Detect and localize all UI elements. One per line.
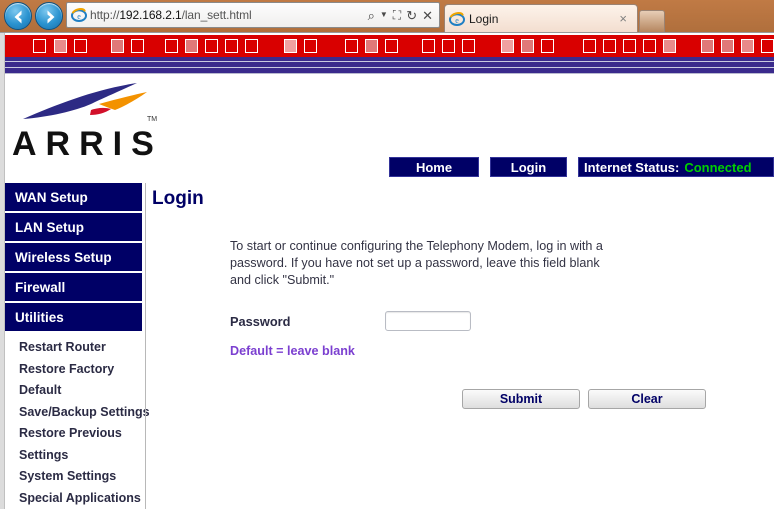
banner-square: [205, 39, 218, 53]
banner-square: [701, 39, 714, 53]
sidebar-subitem-default[interactable]: Default: [5, 380, 145, 402]
address-bar[interactable]: e http://192.168.2.1/lan_sett.html ⌕ ▼ ⛶…: [66, 2, 440, 28]
stop-icon[interactable]: ✕: [422, 9, 433, 22]
banner-square: [422, 39, 435, 53]
svg-text:e: e: [455, 16, 459, 25]
sidebar-subitem-restore-factory[interactable]: Restore Factory: [5, 359, 145, 381]
banner-square: [385, 39, 398, 53]
sidebar-item-wireless-setup[interactable]: Wireless Setup: [5, 243, 142, 271]
browser-tab-title: Login: [469, 11, 499, 26]
new-tab-button[interactable]: [639, 10, 665, 32]
banner-square: [185, 39, 198, 53]
tab-strip: e Login ×: [444, 1, 665, 32]
svg-text:TM: TM: [147, 116, 157, 123]
banner-square: [54, 39, 67, 53]
decorative-banner: [5, 35, 774, 57]
banner-square: [225, 39, 238, 53]
search-icon[interactable]: ⌕: [368, 9, 375, 22]
banner-square: [365, 39, 378, 53]
arris-swoosh-icon: TM: [23, 83, 157, 123]
banner-square: [442, 39, 455, 53]
sidebar-subitem-settings[interactable]: Settings: [5, 445, 145, 467]
banner-square: [131, 39, 144, 53]
sidebar-item-label: WAN Setup: [15, 189, 88, 205]
sidebar-item-lan-setup[interactable]: LAN Setup: [5, 213, 142, 241]
intro-text: To start or continue configuring the Tel…: [230, 239, 603, 287]
compatibility-view-icon[interactable]: ⛶: [393, 9, 401, 21]
sidebar: WAN Setup LAN Setup Wireless Setup Firewall…: [5, 183, 150, 509]
banner-square: [111, 39, 124, 53]
banner-square: [74, 39, 87, 53]
back-arrow-icon: [14, 10, 22, 24]
page-title: Login: [152, 188, 204, 209]
sidebar-item-utilities[interactable]: Utilities: [5, 303, 142, 331]
internet-status-value: Connected: [684, 159, 752, 175]
banner-square: [345, 39, 358, 53]
banner-square: [304, 39, 317, 53]
banner-square: [721, 39, 734, 53]
password-input[interactable]: [385, 311, 471, 331]
sidebar-item-label: Firewall: [15, 279, 66, 295]
internet-status-badge: Internet Status: Connected: [578, 157, 774, 177]
default-password-hint: Default = leave blank: [230, 344, 355, 358]
banner-square: [663, 39, 676, 53]
banner-square: [741, 39, 754, 53]
banner-square: [583, 39, 596, 53]
internet-explorer-icon: e: [449, 11, 465, 26]
banner-square: [245, 39, 258, 53]
svg-text:e: e: [77, 12, 81, 21]
password-row: Password: [230, 311, 710, 335]
arris-wordmark: ARRIS: [12, 125, 163, 163]
browser-tab-login[interactable]: e Login ×: [444, 4, 638, 32]
main-content: Login To start or continue configuring t…: [152, 188, 767, 409]
sidebar-item-label: LAN Setup: [15, 219, 84, 235]
sidebar-subitem-restore-previous[interactable]: Restore Previous: [5, 423, 145, 445]
arris-logo: TM ARRIS: [5, 77, 205, 183]
sidebar-sub-menu: Restart Router Restore Factory Default Save…: [5, 337, 150, 509]
sidebar-item-label: Wireless Setup: [15, 249, 112, 265]
banner-square: [623, 39, 636, 53]
sidebar-divider: [145, 183, 146, 509]
sidebar-item-wan-setup[interactable]: WAN Setup: [5, 183, 142, 211]
chevron-down-icon[interactable]: ▼: [380, 11, 388, 19]
sidebar-subitem-special-applications[interactable]: Special Applications: [5, 488, 145, 509]
browser-chrome: e http://192.168.2.1/lan_sett.html ⌕ ▼ ⛶…: [0, 0, 774, 32]
banner-square: [33, 39, 46, 53]
address-bar-icons: ⌕ ▼ ⛶ ↻ ✕: [368, 9, 439, 22]
sidebar-subitem-system-settings[interactable]: System Settings: [5, 466, 145, 488]
submit-button[interactable]: Submit: [462, 389, 580, 409]
password-label: Password: [230, 314, 291, 329]
banner-square: [284, 39, 297, 53]
internet-status-label: Internet Status:: [584, 159, 680, 175]
banner-square: [165, 39, 178, 53]
banner-square: [603, 39, 616, 53]
refresh-icon[interactable]: ↻: [406, 9, 417, 22]
sidebar-item-label: Utilities: [15, 309, 64, 325]
login-form: Password Default = leave blank Submit Cl…: [230, 311, 710, 409]
clear-button[interactable]: Clear: [588, 389, 706, 409]
sidebar-main-menu: WAN Setup LAN Setup Wireless Setup Firewall…: [5, 183, 145, 331]
nav-home-button[interactable]: Home: [389, 157, 479, 177]
back-button[interactable]: [4, 2, 32, 30]
decorative-stripes: [5, 57, 774, 74]
nav-login-button[interactable]: Login: [490, 157, 567, 177]
internet-explorer-icon: e: [71, 8, 87, 23]
page-viewport: TM ARRIS Home Login Internet Status: Con…: [0, 32, 774, 509]
url-text: http://192.168.2.1/lan_sett.html: [90, 8, 252, 22]
sidebar-subitem-restart-router[interactable]: Restart Router: [5, 337, 145, 359]
forward-button[interactable]: [35, 2, 63, 30]
banner-square: [501, 39, 514, 53]
decorative-stripe: [5, 73, 774, 74]
form-button-row: Submit Clear: [230, 389, 710, 409]
banner-square: [643, 39, 656, 53]
close-icon[interactable]: ×: [613, 11, 633, 26]
sidebar-subitem-save-backup-settings[interactable]: Save/Backup Settings: [5, 402, 150, 424]
banner-square: [761, 39, 774, 53]
sidebar-item-firewall[interactable]: Firewall: [5, 273, 142, 301]
banner-square: [541, 39, 554, 53]
banner-square: [521, 39, 534, 53]
banner-square: [462, 39, 475, 53]
browser-navigation-buttons: [2, 0, 66, 32]
forward-arrow-icon: [47, 10, 55, 24]
